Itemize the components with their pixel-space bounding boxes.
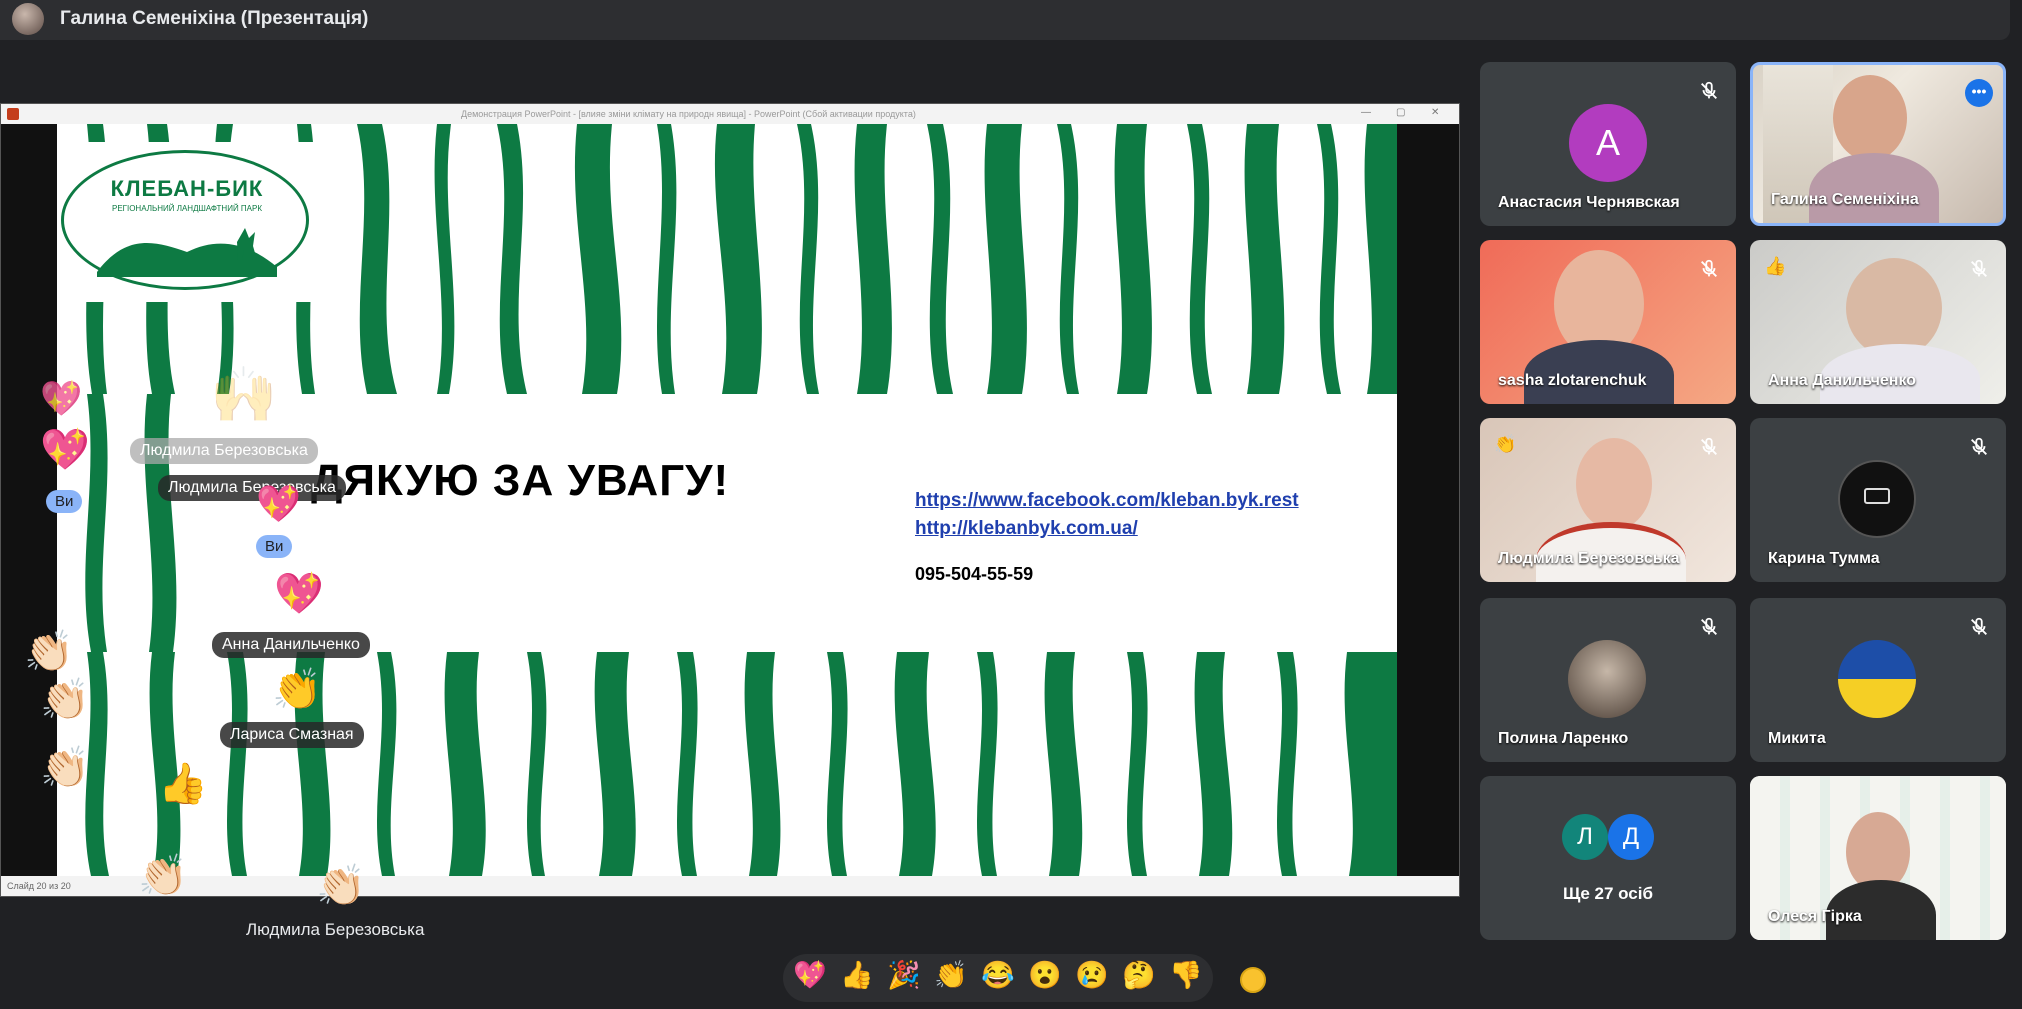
- laptop-icon: [1864, 488, 1890, 504]
- park-logo: КЛЕБАН-БИК РЕГІОНАЛЬНИЙ ЛАНДШАФТНИЙ ПАРК: [57, 142, 317, 302]
- reaction-name: Людмила Березовська: [130, 438, 318, 464]
- participant-name: Микита: [1768, 730, 1826, 747]
- clapping-hands-emoji: 👏🏻: [138, 854, 188, 898]
- presentation-title: Галина Семеніхіна (Презентація): [60, 8, 369, 29]
- mic-off-icon: [1971, 437, 1987, 455]
- sparkling-heart-emoji: 💖: [256, 483, 301, 524]
- mic-off-icon: [1971, 259, 1987, 277]
- sparkling-heart-emoji: 💖: [274, 572, 324, 616]
- mic-off-icon: [1701, 81, 1717, 99]
- you-label: Ви: [256, 535, 293, 558]
- powerpoint-statusbar: Слайд 20 из 20: [1, 876, 1459, 896]
- more-participants-tile[interactable]: Л Д Ще 27 осіб: [1480, 776, 1736, 940]
- reaction-name: Анна Данильченко: [212, 632, 370, 658]
- participant-tile[interactable]: sasha zlotarenchuk: [1480, 240, 1736, 404]
- slide-counter: Слайд 20 из 20: [7, 881, 71, 891]
- powerpoint-titlebar: Демонстрация PowerPoint - [влияе зміни к…: [1, 104, 1459, 124]
- participant-tile[interactable]: Микита: [1750, 598, 2006, 762]
- more-options-icon[interactable]: •••: [1965, 79, 1993, 107]
- participant-face: [1846, 258, 1942, 358]
- minimize-icon[interactable]: —: [1361, 107, 1371, 118]
- emoji-thumbs-down-button[interactable]: 👎: [1169, 962, 1203, 989]
- participant-tile-active[interactable]: ••• Галина Семеніхіна: [1750, 62, 2006, 226]
- waving-hand-emoji: 🙌: [210, 365, 278, 425]
- participant-tile[interactable]: 👏 Людмила Березовська: [1480, 418, 1736, 582]
- slide-heading: ДЯКУЮ ЗА УВАГУ!: [311, 456, 730, 505]
- participant-tile[interactable]: 👍 Анна Данильченко: [1750, 240, 2006, 404]
- emoji-party-button[interactable]: 🎉: [887, 962, 921, 989]
- participant-name: Анна Данильченко: [1768, 372, 1917, 389]
- logo-subtitle: РЕГІОНАЛЬНИЙ ЛАНДШАФТНИЙ ПАРК: [111, 204, 263, 213]
- presenter-body: [1809, 153, 1939, 223]
- participant-name: Олеся Гірка: [1768, 908, 1862, 925]
- sparkling-heart-emoji: 💖: [40, 428, 90, 472]
- avatar: А: [1569, 104, 1647, 182]
- emoji-clap-button[interactable]: 👏: [934, 962, 968, 989]
- skin-tone-icon[interactable]: [1240, 967, 1266, 993]
- mic-off-icon: [1701, 437, 1717, 455]
- presenter-avatar: [12, 3, 44, 35]
- avatar: Л: [1562, 814, 1608, 860]
- participant-name: Анастасия Чернявская: [1498, 194, 1680, 211]
- more-participants-label: Ще 27 осіб: [1563, 884, 1653, 903]
- reaction-name: Людмила Березовська: [158, 475, 346, 501]
- participant-tile[interactable]: Олеся Гірка: [1750, 776, 2006, 940]
- logo-landscape: [97, 228, 277, 277]
- clapping-hands-emoji: 👏🏻: [40, 746, 90, 790]
- participant-face: [1576, 438, 1652, 530]
- close-icon[interactable]: ✕: [1431, 107, 1439, 118]
- thumbs-up-emoji: 👍: [158, 762, 208, 806]
- avatar: [1568, 640, 1646, 718]
- stripes-bottom: [85, 652, 1397, 876]
- logo-name: КЛЕБАН-БИК: [110, 176, 264, 201]
- mic-off-icon: [1701, 259, 1717, 277]
- clapping-hands-emoji: 👏🏻: [24, 630, 74, 674]
- clapping-hands-emoji: 👏🏻: [316, 864, 366, 908]
- phone-number: 095-504-55-59: [915, 564, 1034, 584]
- website-link[interactable]: http://klebanbyk.com.ua/: [915, 518, 1138, 540]
- reaction-name: Людмила Березовська: [246, 920, 425, 939]
- clapping-hands-emoji: 👏🏻: [40, 678, 90, 722]
- emoji-sparkling-heart-button[interactable]: 💖: [793, 962, 827, 989]
- you-label: Ви: [46, 490, 83, 513]
- presenter-face: [1833, 75, 1907, 161]
- emoji-laugh-button[interactable]: 😂: [981, 962, 1015, 989]
- emoji-sad-button[interactable]: 😢: [1075, 962, 1109, 989]
- sparkling-heart-emoji: 💖: [40, 380, 83, 418]
- emoji-thinking-button[interactable]: 🤔: [1122, 962, 1156, 989]
- mic-off-icon: [1701, 617, 1717, 635]
- mic-off-icon: [1971, 617, 1987, 635]
- participant-name: Полина Ларенко: [1498, 730, 1629, 747]
- participant-tile[interactable]: Полина Ларенко: [1480, 598, 1736, 762]
- maximize-icon[interactable]: ▢: [1396, 107, 1405, 118]
- avatar: Д: [1608, 814, 1654, 860]
- participant-name: Людмила Березовська: [1498, 550, 1680, 567]
- participant-name: sasha zlotarenchuk: [1498, 372, 1647, 389]
- facebook-link[interactable]: https://www.facebook.com/kleban.byk.rest: [915, 490, 1299, 512]
- reaction-badge: 👏: [1494, 434, 1517, 454]
- participant-name: Галина Семеніхіна: [1771, 191, 1919, 208]
- participant-name: Карина Тумма: [1768, 550, 1880, 567]
- reaction-badge: 👍: [1764, 256, 1787, 276]
- emoji-reactions-bar: 💖 👍 🎉 👏 😂 😮 😢 🤔 👎: [783, 954, 1213, 1002]
- avatar: [1838, 640, 1916, 718]
- powerpoint-icon: [7, 108, 19, 120]
- participant-tile[interactable]: А Анастасия Чернявская: [1480, 62, 1736, 226]
- top-bar: Галина Семеніхіна (Презентація): [0, 0, 2010, 40]
- clapping-hands-emoji: 👏: [272, 668, 322, 712]
- emoji-thumbs-up-button[interactable]: 👍: [840, 962, 874, 989]
- emoji-surprised-button[interactable]: 😮: [1028, 962, 1062, 989]
- participant-tile[interactable]: Карина Тумма: [1750, 418, 2006, 582]
- window-title: Демонстрация PowerPoint - [влияе зміни к…: [461, 109, 916, 119]
- reaction-name: Лариса Смазная: [220, 722, 364, 748]
